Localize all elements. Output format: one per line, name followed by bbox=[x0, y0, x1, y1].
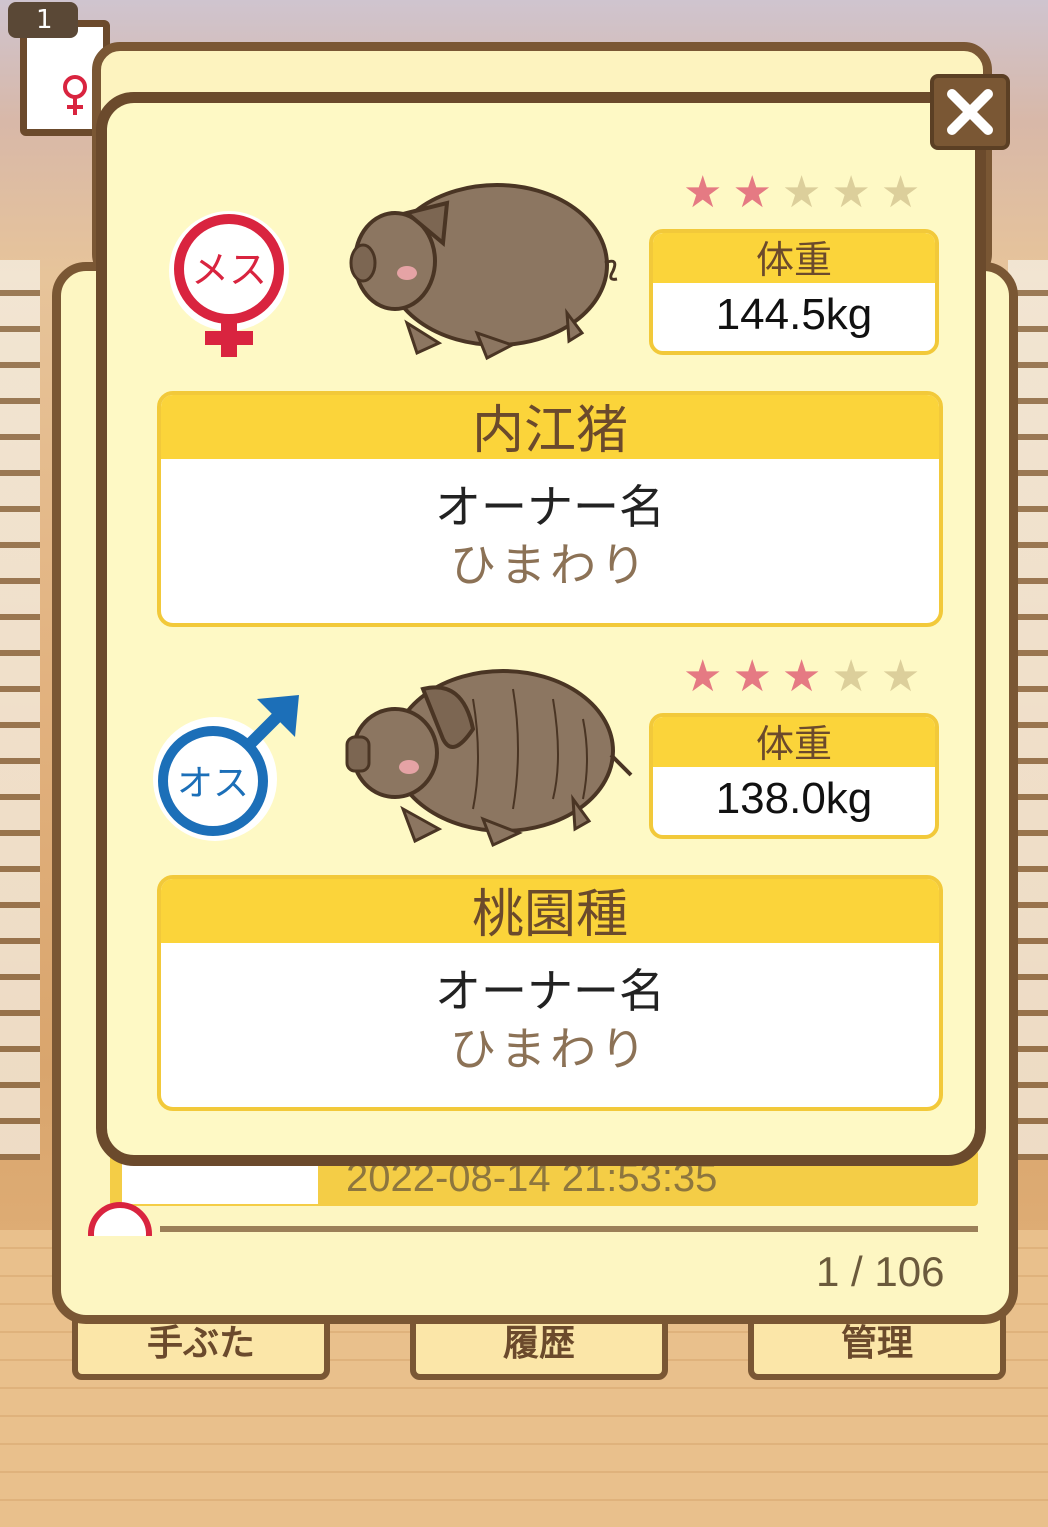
owner-label: オーナー名 bbox=[435, 480, 665, 534]
fence-left bbox=[0, 260, 40, 1160]
star-icon: ★ bbox=[831, 167, 871, 218]
female-rarity-stars: ★ ★ ★ ★ ★ bbox=[683, 171, 920, 215]
star-icon: ★ bbox=[831, 651, 871, 702]
pair-detail-modal: メス ★ ★ ★ ★ ★ 体重 144.5kg 内江猪 オーナー名 ひまわり オ… bbox=[96, 92, 986, 1166]
star-icon: ★ bbox=[781, 167, 822, 218]
breed-title: 内江猪 bbox=[161, 395, 939, 461]
weight-label: 体重 bbox=[653, 233, 935, 283]
female-gender-text: メス bbox=[191, 248, 267, 292]
female-list-icon bbox=[88, 1202, 158, 1236]
female-pig-illustration bbox=[349, 183, 618, 361]
owner-label: オーナー名 bbox=[435, 964, 665, 1018]
star-icon: ★ bbox=[732, 167, 772, 218]
count-badge: 1 bbox=[8, 2, 78, 38]
male-info-card: 桃園種 オーナー名 ひまわり bbox=[157, 875, 943, 1111]
close-button[interactable] bbox=[930, 74, 1010, 150]
star-icon: ★ bbox=[732, 651, 772, 702]
female-weight-box: 体重 144.5kg bbox=[649, 229, 939, 355]
star-icon: ★ bbox=[683, 651, 723, 702]
female-symbol-icon: メス bbox=[169, 211, 289, 357]
star-icon: ★ bbox=[683, 167, 723, 218]
star-icon: ★ bbox=[880, 651, 921, 702]
female-mini-icon bbox=[63, 75, 87, 115]
list-divider bbox=[160, 1226, 978, 1232]
breed-title: 桃園種 bbox=[161, 879, 939, 945]
owner-name: ひまわり bbox=[450, 538, 650, 592]
star-icon: ★ bbox=[781, 651, 822, 702]
male-weight-box: 体重 138.0kg bbox=[649, 713, 939, 839]
weight-value: 138.0kg bbox=[715, 774, 873, 823]
close-x-icon bbox=[947, 89, 993, 135]
page-counter: 1 / 106 bbox=[816, 1248, 945, 1295]
male-symbol-icon: オス bbox=[153, 695, 299, 841]
male-rarity-stars: ★ ★ ★ ★ ★ bbox=[683, 655, 920, 699]
star-icon: ★ bbox=[880, 167, 921, 218]
male-gender-text: オス bbox=[177, 763, 249, 804]
weight-label: 体重 bbox=[653, 717, 935, 767]
owner-name: ひまわり bbox=[450, 1022, 650, 1076]
male-pig-illustration bbox=[345, 669, 633, 848]
female-info-card: 内江猪 オーナー名 ひまわり bbox=[157, 391, 943, 627]
weight-value: 144.5kg bbox=[715, 290, 873, 339]
